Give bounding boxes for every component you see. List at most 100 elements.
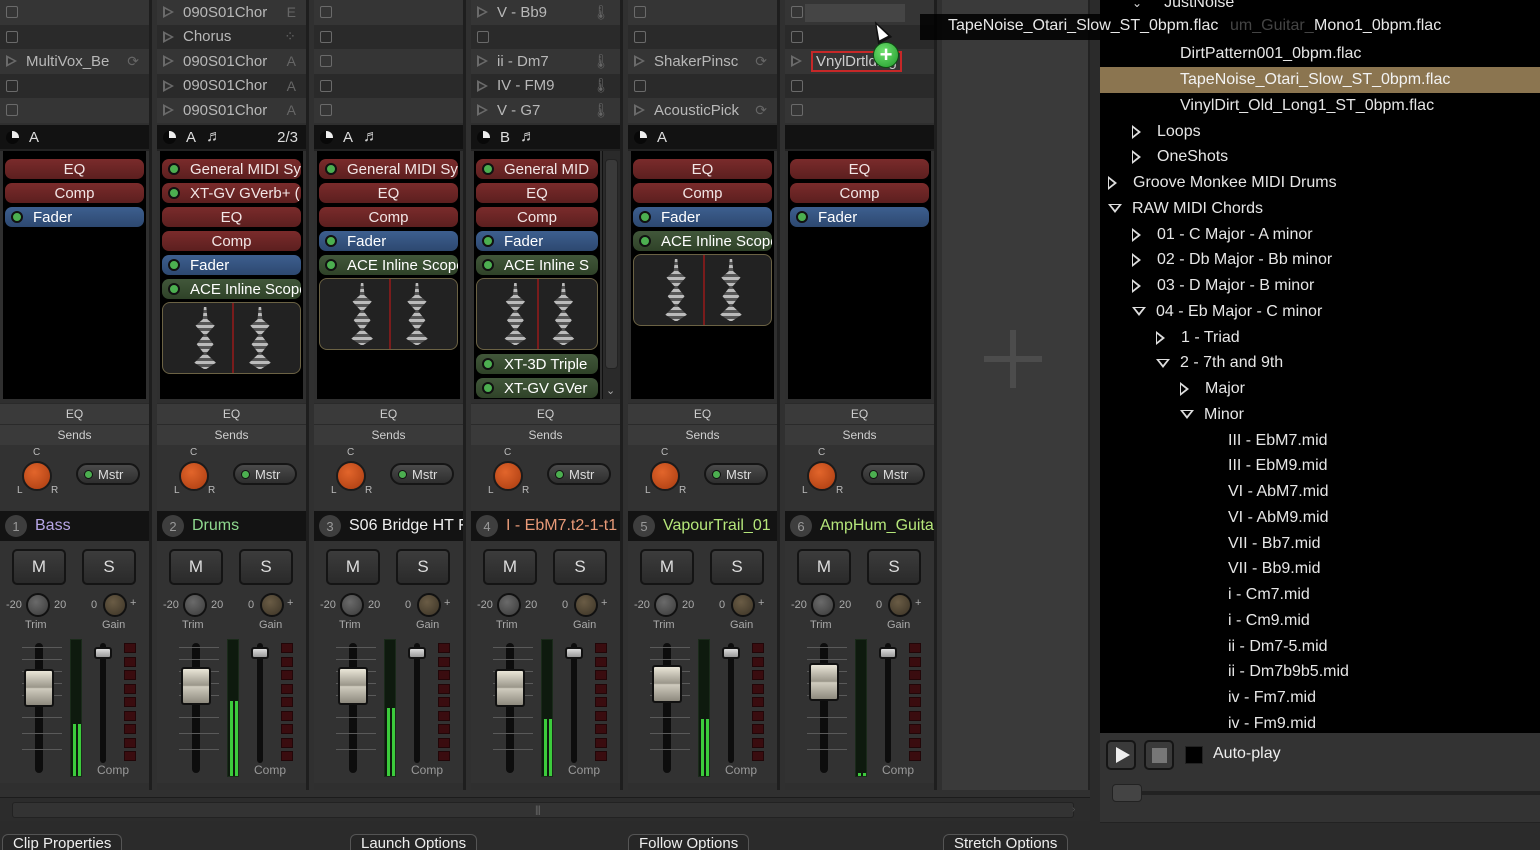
browser-row[interactable]: VI - AbM9.mid (1100, 505, 1540, 531)
browser-row[interactable]: VII - Bb9.mid (1100, 557, 1540, 583)
browser-row[interactable]: 03 - D Major - B minor (1100, 273, 1540, 299)
master-send-button[interactable]: Mstr (76, 463, 140, 485)
clip-play-icon[interactable] (791, 55, 802, 68)
clip-slot[interactable]: V - Bb9 🌡 (471, 0, 620, 25)
collapse-arrow-icon[interactable] (1132, 307, 1146, 317)
track-name-field[interactable]: 3 S06 Bridge HT F (314, 511, 463, 541)
browser-row[interactable]: ii - Dm7b9b5.mid (1100, 660, 1540, 686)
master-send-button[interactable]: Mstr (390, 463, 454, 485)
volume-fader-track[interactable] (35, 643, 43, 773)
clip-slot[interactable]: MultiVox_Be ⟳ (0, 49, 149, 74)
clip-slot[interactable] (785, 73, 934, 98)
plugin-fader[interactable]: Fader (162, 255, 301, 275)
comp-fader-track[interactable] (571, 643, 577, 763)
plugin-eq[interactable]: EQ (319, 183, 458, 203)
plugin-comp[interactable]: Comp (476, 207, 598, 227)
volume-fader-handle[interactable] (495, 668, 525, 707)
comp-fader-track[interactable] (257, 643, 263, 763)
browser-row[interactable]: III - EbM9.mid (1100, 454, 1540, 480)
clip-slot[interactable]: IV - FM9 🌡 (471, 73, 620, 98)
volume-fader-track[interactable] (192, 643, 200, 773)
comp-fader-handle[interactable] (565, 647, 583, 659)
clip-slot[interactable] (0, 73, 149, 98)
plugin-active-led-icon[interactable] (639, 235, 651, 247)
scrollbar-grip-icon[interactable]: ||| (535, 805, 541, 816)
pan-knob[interactable] (22, 461, 52, 491)
stop-slot-icon[interactable] (6, 79, 18, 92)
preview-volume-slider-track[interactable] (1114, 791, 1540, 795)
clip-slot[interactable] (628, 73, 777, 98)
plugin-active-led-icon[interactable] (168, 259, 180, 271)
plugin-general-midi-sy[interactable]: General MIDI Sy (162, 159, 301, 179)
clip-slot[interactable]: ii - Dm7 🌡 (471, 49, 620, 74)
plugin-xt-gv-gver[interactable]: XT-GV GVer (476, 378, 598, 398)
track-name-field[interactable]: 6 AmpHum_Guita (785, 511, 934, 541)
scrollbar-thumb[interactable] (605, 159, 618, 369)
plugin-active-led-icon[interactable] (168, 163, 180, 175)
stop-slot-icon[interactable] (6, 6, 18, 19)
clip-slot[interactable] (0, 0, 149, 25)
browser-row[interactable]: Minor (1100, 402, 1540, 428)
gain-knob[interactable] (888, 593, 912, 617)
expand-arrow-icon[interactable] (1132, 124, 1141, 139)
clip-play-icon[interactable] (477, 55, 488, 68)
clip-slot[interactable] (314, 73, 463, 98)
browser-row-selected[interactable]: TapeNoise_Otari_Slow_ST_0bpm.flac (1100, 67, 1540, 93)
volume-fader-track[interactable] (506, 643, 514, 773)
eq-section-button[interactable]: EQ (628, 403, 777, 424)
clip-play-icon[interactable] (6, 55, 17, 68)
plugin-eq[interactable]: EQ (5, 159, 144, 179)
plugin-active-led-icon[interactable] (639, 211, 651, 223)
gain-knob[interactable] (574, 593, 598, 617)
clip-slot[interactable]: 090S01Chor A (157, 49, 306, 74)
clip-slot[interactable]: V - G7 🌡 (471, 98, 620, 123)
plugin-eq[interactable]: EQ (633, 159, 772, 179)
clip-play-icon[interactable] (163, 79, 174, 92)
scroll-down-icon[interactable]: ⌄ (606, 384, 615, 397)
preview-volume-slider-thumb[interactable] (1112, 784, 1142, 802)
eq-section-button[interactable]: EQ (471, 403, 620, 424)
browser-row[interactable]: 01 - C Major - A minor (1100, 222, 1540, 248)
master-send-button[interactable]: Mstr (861, 463, 925, 485)
expand-arrow-icon[interactable] (1132, 279, 1141, 294)
stop-slot-icon[interactable] (634, 79, 646, 92)
stop-slot-icon[interactable] (6, 30, 18, 43)
plugin-active-led-icon[interactable] (482, 382, 494, 394)
mute-button[interactable]: M (797, 549, 851, 585)
master-send-button[interactable]: Mstr (704, 463, 768, 485)
browser-row[interactable]: 02 - Db Major - Bb minor (1100, 248, 1540, 274)
clip-slot[interactable] (785, 0, 934, 25)
track-name-field[interactable]: 1 Bass (0, 511, 149, 541)
browser-row[interactable]: i - Cm9.mid (1100, 608, 1540, 634)
sends-section-button[interactable]: Sends (0, 424, 149, 445)
preview-stop-button[interactable] (1144, 740, 1174, 770)
clip-slot[interactable] (628, 24, 777, 49)
clip-slot[interactable]: 090S01Chor A (157, 98, 306, 123)
mixer-horizontal-scrollbar[interactable]: ||| › (0, 797, 1090, 821)
browser-row[interactable]: OneShots (1100, 145, 1540, 171)
solo-button[interactable]: S (82, 549, 136, 585)
plugin-comp[interactable]: Comp (162, 231, 301, 251)
tab-clip-properties[interactable]: Clip Properties (2, 834, 123, 850)
sends-section-button[interactable]: Sends (471, 424, 620, 445)
plugin-fader[interactable]: Fader (319, 231, 458, 251)
stop-slot-icon[interactable] (6, 104, 18, 117)
plugin-comp[interactable]: Comp (633, 183, 772, 203)
sends-section-button[interactable]: Sends (157, 424, 306, 445)
pan-knob[interactable] (336, 461, 366, 491)
comp-fader-handle[interactable] (94, 647, 112, 659)
plugin-eq[interactable]: EQ (790, 159, 929, 179)
browser-row[interactable]: VI - AbM7.mid (1100, 479, 1540, 505)
plugin-active-led-icon[interactable] (796, 211, 808, 223)
clip-slot[interactable]: Chorus ⁘ (157, 24, 306, 49)
browser-row[interactable]: DirtPattern001_0bpm.flac (1100, 42, 1540, 68)
browser-row[interactable]: Groove Monkee MIDI Drums (1100, 170, 1540, 196)
volume-fader-handle[interactable] (24, 668, 54, 707)
trim-knob[interactable] (183, 593, 207, 617)
expand-arrow-icon[interactable] (1132, 227, 1141, 242)
plugin-active-led-icon[interactable] (168, 283, 180, 295)
mute-button[interactable]: M (640, 549, 694, 585)
comp-fader-track[interactable] (728, 643, 734, 763)
clip-slot[interactable] (314, 0, 463, 25)
stop-slot-icon[interactable] (320, 30, 332, 43)
